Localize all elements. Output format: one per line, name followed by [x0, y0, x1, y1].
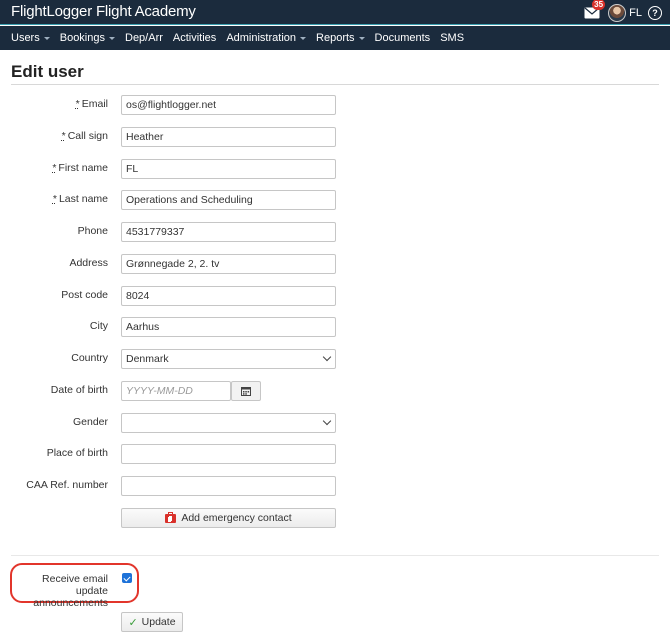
call-sign-field[interactable]: Heather — [121, 127, 336, 147]
email-updates-label: Receive email update announcements — [33, 573, 108, 609]
top-bar: FlightLogger Flight Academy 35 FL ? — [0, 0, 670, 25]
first-name-label: * First name — [52, 162, 108, 174]
country-selected-value: Denmark — [126, 353, 169, 365]
place-of-birth-row: Place of birth — [0, 444, 670, 464]
last-name-row: * Last name Operations and Scheduling — [0, 190, 670, 210]
caret-down-icon — [300, 37, 307, 40]
nav-bookings[interactable]: Bookings — [60, 32, 115, 44]
top-right-controls: 35 FL ? — [584, 0, 662, 23]
email-label: * Email — [76, 98, 108, 110]
update-button-label: Update — [141, 616, 176, 628]
nav-documents[interactable]: Documents — [375, 32, 431, 44]
nav-reports[interactable]: Reports — [316, 32, 365, 44]
call-sign-row: * Call sign Heather — [0, 127, 670, 147]
check-icon: ✓ — [128, 616, 138, 629]
email-field[interactable]: os@flightlogger.net — [121, 95, 336, 115]
title-divider — [11, 84, 659, 85]
chevron-down-icon — [322, 416, 332, 426]
post-code-field[interactable]: 8024 — [121, 286, 336, 306]
first-name-label-text: First name — [58, 162, 108, 174]
email-row: * Email os@flightlogger.net — [0, 95, 670, 115]
post-code-label: Post code — [61, 289, 108, 301]
caret-down-icon — [43, 37, 50, 40]
address-field[interactable]: Grønnegade 2, 2. tv — [121, 254, 336, 274]
place-of-birth-field[interactable] — [121, 444, 336, 464]
required-mark: * — [52, 162, 57, 174]
calendar-button[interactable] — [231, 381, 261, 401]
country-row: Country Denmark — [0, 349, 670, 369]
nav-bookings-label: Bookings — [59, 32, 105, 44]
gender-row: Gender — [0, 413, 670, 433]
gender-select[interactable] — [121, 413, 336, 433]
date-of-birth-row: Date of birth YYYY-MM-DD — [0, 381, 670, 401]
first-name-row: * First name FL — [0, 159, 670, 179]
required-mark: * — [75, 98, 80, 110]
emergency-row: Add emergency contact — [0, 508, 670, 528]
required-mark: * — [61, 130, 66, 142]
mail-icon[interactable]: 35 — [584, 0, 606, 19]
nav-documents-label: Documents — [374, 32, 431, 44]
email-label-text: Email — [81, 98, 108, 110]
caa-ref-label: CAA Ref. number — [26, 479, 108, 491]
first-name-field[interactable]: FL — [121, 159, 336, 179]
chevron-down-icon — [322, 352, 332, 362]
app-title[interactable]: FlightLogger Flight Academy — [11, 3, 196, 20]
email-updates-checkbox[interactable] — [122, 573, 132, 583]
phone-field[interactable]: 4531779337 — [121, 222, 336, 242]
update-button[interactable]: ✓ Update — [121, 612, 183, 632]
caret-down-icon — [358, 37, 365, 40]
caa-ref-field[interactable] — [121, 476, 336, 496]
nav-sms-label: SMS — [440, 32, 465, 44]
place-of-birth-label: Place of birth — [46, 447, 108, 459]
nav-activities[interactable]: Activities — [173, 32, 216, 44]
avatar[interactable] — [608, 3, 627, 22]
call-sign-label-text: Call sign — [67, 130, 108, 142]
caret-down-icon — [109, 37, 115, 40]
nav-dep-arr-label: Dep/Arr — [125, 32, 163, 44]
nav-activities-label: Activities — [172, 32, 217, 44]
nav-users-label: Users — [11, 32, 40, 44]
city-row: City Aarhus — [0, 317, 670, 337]
post-code-row: Post code 8024 — [0, 286, 670, 306]
nav-administration-label: Administration — [226, 32, 297, 44]
nav-sms[interactable]: SMS — [440, 32, 464, 44]
city-label: City — [89, 320, 108, 332]
address-label: Address — [69, 257, 108, 269]
date-of-birth-field[interactable]: YYYY-MM-DD — [121, 381, 231, 401]
mail-count-badge: 35 — [592, 0, 606, 10]
add-emergency-contact-button[interactable]: Add emergency contact — [121, 508, 336, 528]
required-mark: * — [52, 193, 57, 205]
nav-users[interactable]: Users — [11, 32, 50, 44]
last-name-field[interactable]: Operations and Scheduling — [121, 190, 336, 210]
section-divider — [11, 555, 659, 556]
country-select[interactable]: Denmark — [121, 349, 336, 369]
user-initials[interactable]: FL — [629, 7, 642, 19]
help-icon[interactable]: ? — [648, 5, 662, 20]
date-of-birth-label: Date of birth — [50, 384, 108, 396]
gender-label: Gender — [72, 416, 108, 428]
address-row: Address Grønnegade 2, 2. tv — [0, 254, 670, 274]
caa-ref-row: CAA Ref. number — [0, 476, 670, 496]
main-nav: Users Bookings Dep/Arr Activities Admini… — [0, 26, 670, 50]
phone-label: Phone — [77, 225, 108, 237]
phone-row: Phone 4531779337 — [0, 222, 670, 242]
add-emergency-contact-label: Add emergency contact — [181, 512, 292, 524]
country-label: Country — [71, 352, 108, 364]
last-name-label-text: Last name — [58, 193, 108, 205]
calendar-icon — [241, 387, 251, 396]
last-name-label: * Last name — [53, 193, 108, 205]
call-sign-label: * Call sign — [62, 130, 108, 142]
page-title: Edit user — [11, 62, 84, 81]
city-field[interactable]: Aarhus — [121, 317, 336, 337]
nav-dep-arr[interactable]: Dep/Arr — [125, 32, 163, 44]
nav-reports-label: Reports — [316, 32, 355, 44]
first-aid-kit-icon — [165, 511, 177, 523]
nav-administration[interactable]: Administration — [226, 32, 307, 44]
